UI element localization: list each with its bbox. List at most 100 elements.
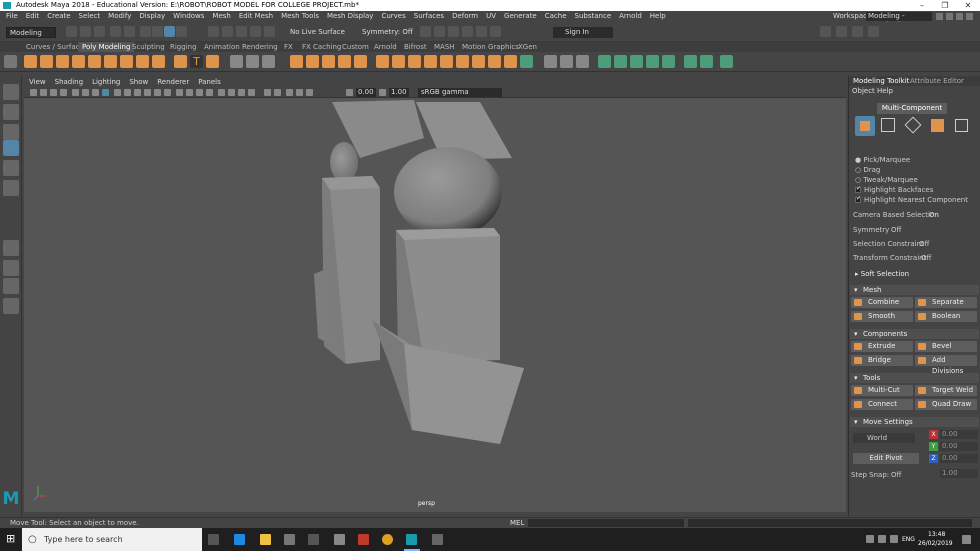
ipr-render-icon[interactable] xyxy=(448,26,459,37)
mesh-section-header[interactable]: Mesh xyxy=(850,285,979,295)
image-plane-icon[interactable] xyxy=(60,89,67,96)
viewport-menu-renderer[interactable]: Renderer xyxy=(157,78,189,86)
pick-marquee-option[interactable]: ● Pick/Marquee xyxy=(855,156,910,164)
edit-pivot-button[interactable]: Edit Pivot xyxy=(853,453,919,464)
poly-plane-icon[interactable] xyxy=(104,55,117,68)
menu-display[interactable]: Display xyxy=(139,12,165,20)
remesh-icon[interactable] xyxy=(408,55,421,68)
menu-mesh-tools[interactable]: Mesh Tools xyxy=(281,12,319,20)
menu-modify[interactable]: Modify xyxy=(108,12,131,20)
menu-surfaces[interactable]: Surfaces xyxy=(414,12,444,20)
gamma-field[interactable]: 1.00 xyxy=(389,88,409,97)
save-scene-icon[interactable] xyxy=(94,26,105,37)
cylindrical-map-icon[interactable] xyxy=(614,55,627,68)
sign-in-button[interactable]: Sign In xyxy=(553,27,613,38)
step-snap-dropdown[interactable]: Off xyxy=(891,471,901,479)
color-management-icon[interactable] xyxy=(286,89,293,96)
textured-icon[interactable] xyxy=(144,89,151,96)
viewport-menu-view[interactable]: View xyxy=(29,78,46,86)
menu-substance[interactable]: Substance xyxy=(575,12,612,20)
selection-constraint-dropdown[interactable]: Off xyxy=(919,240,929,248)
menu-help[interactable]: Help xyxy=(650,12,666,20)
spherical-map-icon[interactable] xyxy=(630,55,643,68)
layout-uv-icon[interactable] xyxy=(720,55,733,68)
viewport-menu-panels[interactable]: Panels xyxy=(198,78,221,86)
poly-type-icon[interactable]: T xyxy=(190,55,203,68)
shadows-icon[interactable] xyxy=(164,89,171,96)
unfold-uv-icon[interactable] xyxy=(700,55,713,68)
combine-button[interactable]: Combine xyxy=(851,297,913,308)
sweep-mesh-icon[interactable] xyxy=(174,55,187,68)
multi-component-button[interactable]: Multi-Component xyxy=(877,103,947,114)
snap-point-icon[interactable] xyxy=(236,26,247,37)
shelf-tab-rendering[interactable]: Rendering xyxy=(238,42,282,52)
render-settings-icon[interactable] xyxy=(462,26,473,37)
viewport-menu-show[interactable]: Show xyxy=(129,78,148,86)
close-button[interactable]: ✕ xyxy=(958,0,978,11)
toolkit-menu-help[interactable]: Help xyxy=(877,87,893,95)
file-explorer-icon[interactable] xyxy=(260,534,271,545)
people-icon[interactable] xyxy=(866,535,874,543)
app-icon-1[interactable] xyxy=(334,534,345,545)
paint-select-icon[interactable] xyxy=(3,124,19,140)
menu-edit[interactable]: Edit xyxy=(26,12,40,20)
tab-attribute-editor[interactable]: Attribute Editor xyxy=(907,76,967,86)
tray-arrow-icon[interactable] xyxy=(878,535,886,543)
shelf-tab-mash[interactable]: MASH xyxy=(430,42,459,52)
tweak-marquee-option[interactable]: ○ Tweak/Marquee xyxy=(855,176,918,184)
boolean-difference-icon[interactable] xyxy=(338,55,351,68)
shelf-tab-rigging[interactable]: Rigging xyxy=(166,42,201,52)
soft-selection-toggle[interactable]: ▸ Soft Selection xyxy=(855,270,909,278)
lasso-tool-icon[interactable] xyxy=(3,104,19,120)
layout-persp-outliner-icon[interactable] xyxy=(3,278,19,294)
snap-grid-icon[interactable] xyxy=(208,26,219,37)
exposure-field[interactable]: 0.00 xyxy=(356,88,376,97)
network-icon[interactable] xyxy=(890,535,898,543)
viewport-menu-lighting[interactable]: Lighting xyxy=(92,78,120,86)
shelf-tab-xgen[interactable]: XGen xyxy=(514,42,541,52)
extrude-shelf-icon[interactable] xyxy=(440,55,453,68)
gate-mask-icon[interactable] xyxy=(102,89,109,96)
film-gate-icon[interactable] xyxy=(82,89,89,96)
chrome-icon[interactable] xyxy=(382,534,393,545)
maximize-button[interactable]: ❐ xyxy=(935,0,955,11)
edge-browser-icon[interactable] xyxy=(234,534,245,545)
undo-icon[interactable] xyxy=(110,26,121,37)
bridge-shelf-icon[interactable] xyxy=(456,55,469,68)
lock-selection-icon[interactable] xyxy=(176,26,187,37)
super-shape-icon[interactable] xyxy=(152,55,165,68)
symmetry-dropdown[interactable]: Off xyxy=(891,226,901,234)
shelf-options-icon[interactable] xyxy=(4,55,17,68)
shelf-tab-poly-modeling[interactable]: Poly Modeling xyxy=(78,42,135,52)
poly-torus-icon[interactable] xyxy=(88,55,101,68)
shelf-tab-bifrost[interactable]: Bifrost xyxy=(400,42,431,52)
retopo-icon[interactable] xyxy=(424,55,437,68)
target-weld-shelf-icon[interactable] xyxy=(560,55,573,68)
menu-curves[interactable]: Curves xyxy=(381,12,405,20)
workspace-options-icon[interactable] xyxy=(946,13,953,20)
motion-blur-icon[interactable] xyxy=(186,89,193,96)
smooth-button[interactable]: Smooth xyxy=(851,311,913,322)
separate-shelf-icon[interactable] xyxy=(306,55,319,68)
view-transform-icon[interactable] xyxy=(306,89,313,96)
vertex-mode-icon[interactable] xyxy=(881,118,895,132)
layout-outliner-icon[interactable] xyxy=(3,298,19,314)
poly-cone-icon[interactable] xyxy=(72,55,85,68)
clock-time[interactable]: 13:48 xyxy=(928,531,945,538)
smooth-shade-icon[interactable] xyxy=(124,89,131,96)
poly-disc-icon[interactable] xyxy=(120,55,133,68)
svg-icon[interactable] xyxy=(206,55,219,68)
wireframe-icon[interactable] xyxy=(114,89,121,96)
modeling-toolkit-icon[interactable] xyxy=(820,26,831,37)
open-scene-icon[interactable] xyxy=(80,26,91,37)
store-icon[interactable] xyxy=(284,534,295,545)
hud-icon[interactable] xyxy=(296,89,303,96)
taskbar-search-box[interactable]: ○ Type here to search xyxy=(22,528,202,551)
move-space-dropdown[interactable]: World xyxy=(853,433,915,443)
shelf-tab-arnold[interactable]: Arnold xyxy=(370,42,401,52)
language-indicator[interactable]: ENG xyxy=(902,536,915,543)
bookmarks-icon[interactable] xyxy=(50,89,57,96)
xray-icon[interactable] xyxy=(228,89,235,96)
render-view-icon[interactable] xyxy=(490,26,501,37)
sew-uv-icon[interactable] xyxy=(684,55,697,68)
